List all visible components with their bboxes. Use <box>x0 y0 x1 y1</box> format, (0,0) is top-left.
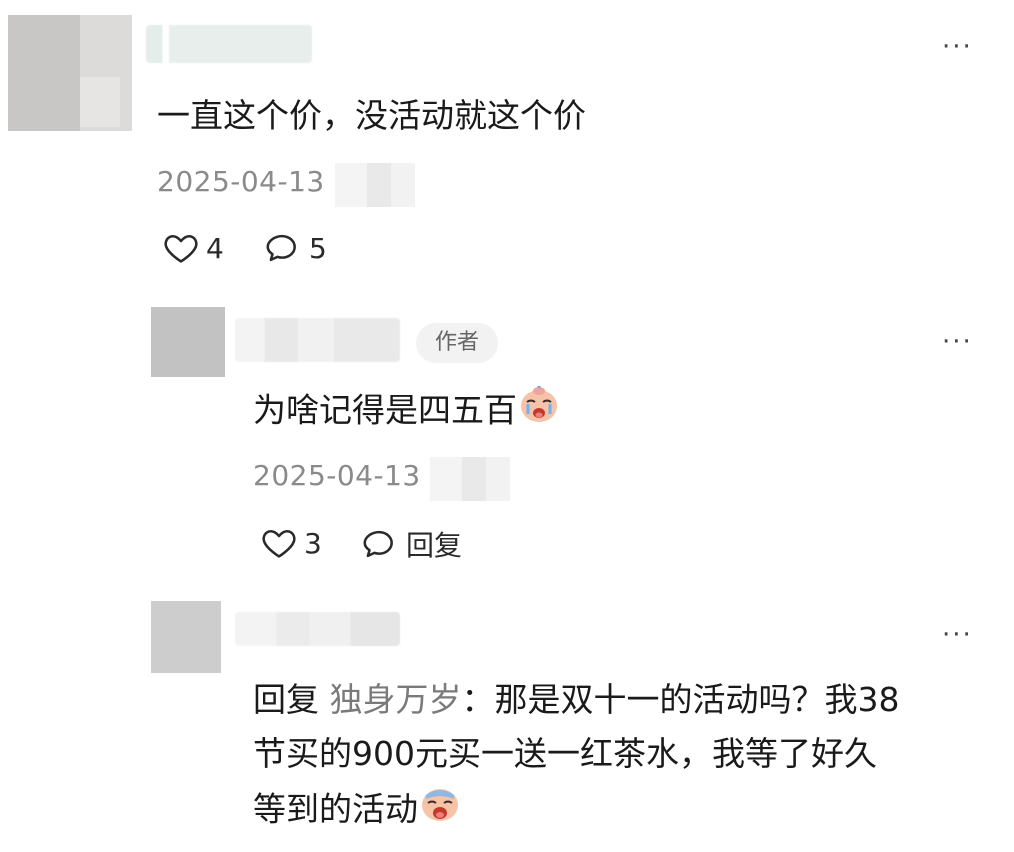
reply-label: 回复 <box>406 529 463 562</box>
username-blurred[interactable] <box>146 25 312 63</box>
username-blurred[interactable] <box>235 318 400 362</box>
comment-text: 一直这个价，没活动就这个价 <box>157 96 586 135</box>
comment-text: 回复 独身万岁：那是双十一的活动吗？我38 <box>253 673 900 727</box>
avatar[interactable] <box>151 601 221 673</box>
more-options-button[interactable]: ··· <box>942 620 973 650</box>
timestamp-blurred <box>335 163 415 207</box>
reply-button[interactable]: 回复 <box>360 524 462 564</box>
more-options-button[interactable]: ··· <box>942 327 973 357</box>
reply-count: 5 <box>309 231 327 265</box>
comment-line: 那是双十一的活动吗？我38 <box>494 680 900 719</box>
author-badge: 作者 <box>416 323 498 363</box>
reply-prefix: 回复 <box>253 680 319 719</box>
mention-username[interactable]: 独身万岁 <box>330 680 462 719</box>
comment-timestamp: 2025-04-13 <box>157 165 325 198</box>
comment-text: 等到的活动 <box>253 781 462 841</box>
avatar[interactable] <box>151 307 225 377</box>
like-count: 3 <box>304 526 322 560</box>
mention-colon: ： <box>461 680 495 719</box>
heart-icon <box>260 524 298 562</box>
comment-line: 等到的活动 <box>253 789 418 829</box>
avatar[interactable] <box>8 15 132 131</box>
heart-icon <box>162 229 200 267</box>
comment-line: 节买的900元买一送一红茶水，我等了好久 <box>253 734 877 773</box>
crying-face-icon <box>517 382 561 442</box>
like-button[interactable]: 3 <box>260 524 322 562</box>
comment-body: 为啥记得是四五百 <box>253 390 517 430</box>
comment-text: 为啥记得是四五百 <box>253 382 561 442</box>
comment-timestamp: 2025-04-13 <box>253 459 421 492</box>
like-count: 4 <box>206 231 224 265</box>
like-button[interactable]: 4 <box>162 229 224 267</box>
comment-bubble-icon <box>263 229 301 267</box>
more-options-button[interactable]: ··· <box>942 32 973 62</box>
timestamp-blurred <box>430 457 510 501</box>
comment-bubble-icon <box>360 525 398 563</box>
crying-face-icon <box>418 781 462 841</box>
reply-count-button[interactable]: 5 <box>263 229 327 267</box>
username-blurred[interactable] <box>235 612 400 646</box>
